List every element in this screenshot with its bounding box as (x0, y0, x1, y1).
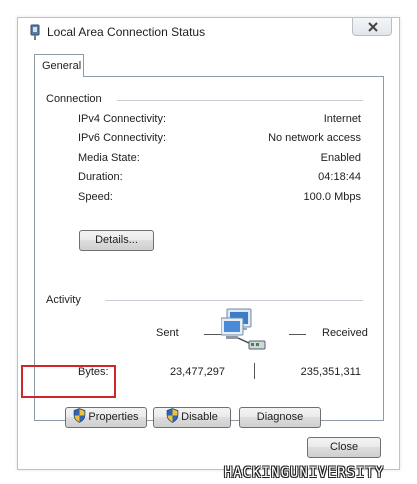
bytes-received-value: 235,351,311 (300, 366, 361, 378)
properties-highlight-box (21, 365, 116, 398)
activity-divider (105, 300, 363, 301)
connection-divider (117, 100, 363, 101)
uac-shield-icon (74, 408, 86, 423)
activity-heading: Activity (46, 294, 85, 306)
ipv4-label: IPv4 Connectivity: (78, 113, 167, 125)
disable-label: Disable (181, 411, 218, 423)
close-icon (368, 22, 378, 32)
duration-label: Duration: (78, 171, 123, 183)
close-button[interactable]: Close (307, 437, 381, 458)
speed-label: Speed: (78, 191, 113, 203)
title-bar[interactable]: Local Area Connection Status (18, 18, 399, 48)
details-button[interactable]: Details... (79, 230, 154, 251)
network-computers-icon (220, 306, 271, 355)
diagnose-button[interactable]: Diagnose (239, 407, 321, 428)
ipv6-label: IPv6 Connectivity: (78, 132, 167, 144)
bytes-sent-value: 23,477,297 (169, 366, 225, 378)
dialog-window: Local Area Connection Status General Con… (17, 17, 400, 470)
watermark-text: HACKINGUNIVERSITY (224, 465, 385, 481)
disable-button[interactable]: Disable (153, 407, 231, 428)
properties-label: Properties (88, 411, 139, 423)
speed-value: 100.0 Mbps (303, 191, 361, 203)
received-dash (289, 334, 306, 335)
window-close-button[interactable] (352, 18, 392, 36)
sent-dash (204, 334, 221, 335)
media-state-label: Media State: (78, 152, 140, 164)
connection-heading: Connection (46, 93, 106, 105)
duration-value: 04:18:44 (318, 171, 361, 183)
network-adapter-icon (28, 24, 42, 41)
received-label: Received (322, 327, 368, 339)
sent-label: Sent (156, 327, 179, 339)
uac-shield-icon (166, 408, 179, 423)
ipv6-value: No network access (268, 132, 361, 144)
ipv4-value: Internet (323, 113, 361, 125)
properties-button[interactable]: Properties (65, 407, 147, 428)
tab-general-label: General (42, 60, 82, 72)
activity-separator (254, 363, 255, 379)
window-title: Local Area Connection Status (47, 25, 206, 39)
tab-general[interactable]: General (34, 54, 84, 77)
media-state-value: Enabled (320, 152, 361, 164)
